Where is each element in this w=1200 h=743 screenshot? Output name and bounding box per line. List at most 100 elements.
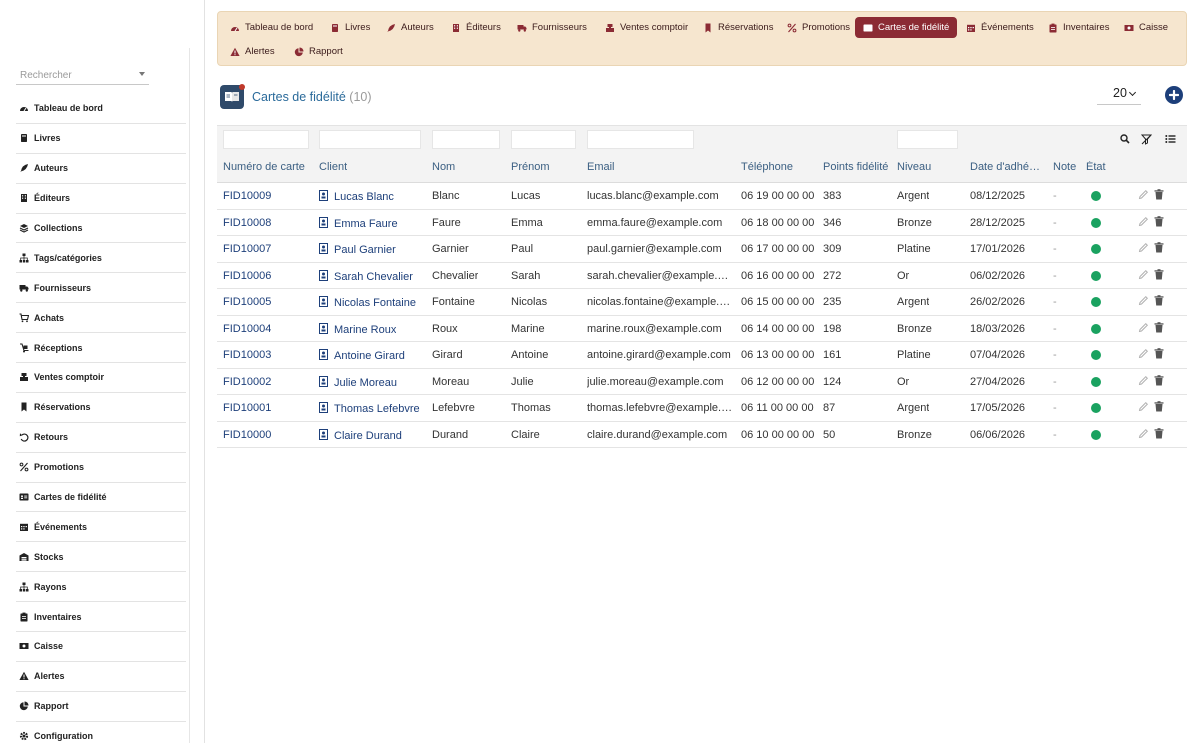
table-row[interactable]: FID10004 Marine Roux Roux Marine marine.roux… [217, 316, 1187, 342]
table-row[interactable]: FID10002 Julie Moreau Moreau Julie julie.mor… [217, 369, 1187, 395]
table-row[interactable]: FID10006 Sarah Chevalier Chevalier Sarah sar… [217, 263, 1187, 289]
client-name[interactable]: Emma Faure [334, 218, 398, 230]
nav-item-11[interactable]: Caisse [1116, 17, 1176, 38]
nav-item-0[interactable]: Tableau de bord [222, 17, 321, 38]
client-link[interactable]: Sarah Chevalier [319, 269, 413, 284]
sidebar-item-9[interactable]: Ventes comptoir [16, 363, 186, 393]
col-note[interactable]: Note [1053, 161, 1076, 173]
client-link[interactable]: Paul Garnier [319, 243, 396, 257]
sidebar-item-12[interactable]: Promotions [16, 453, 186, 483]
col-prenom[interactable]: Prénom [511, 161, 550, 173]
pencil-icon[interactable] [1138, 189, 1149, 203]
card-number-link[interactable]: FID10002 [223, 376, 271, 388]
nav-item-3[interactable]: Éditeurs [443, 17, 509, 38]
trash-icon[interactable] [1154, 268, 1164, 283]
nav-item-2[interactable]: Auteurs [378, 17, 442, 38]
sidebar-item-20[interactable]: Rapport [16, 692, 186, 722]
client-name[interactable]: Antoine Girard [334, 350, 405, 362]
add-button[interactable] [1165, 86, 1183, 104]
nav-item-13[interactable]: Rapport [286, 41, 351, 62]
nav-item-9[interactable]: Événements [958, 17, 1042, 38]
client-link[interactable]: Antoine Girard [319, 349, 405, 363]
client-name[interactable]: Julie Moreau [334, 377, 397, 389]
card-number-link[interactable]: FID10007 [223, 243, 271, 255]
pencil-icon[interactable] [1138, 216, 1149, 230]
col-client[interactable]: Client [319, 161, 347, 173]
client-name[interactable]: Lucas Blanc [334, 191, 394, 203]
sidebar-item-13[interactable]: Cartes de fidélité [16, 483, 186, 513]
col-points[interactable]: Points fidélité [823, 161, 888, 173]
pencil-icon[interactable] [1138, 269, 1149, 283]
trash-icon[interactable] [1154, 242, 1164, 256]
client-name[interactable]: Thomas Lefebvre [334, 403, 420, 415]
col-nom[interactable]: Nom [432, 161, 455, 173]
pencil-icon[interactable] [1138, 401, 1149, 415]
nav-item-7[interactable]: Promotions [779, 17, 858, 38]
client-link[interactable]: Claire Durand [319, 428, 402, 443]
table-row[interactable]: FID10003 Antoine Girard Girard Antoine antoi… [217, 342, 1187, 369]
client-link[interactable]: Thomas Lefebvre [319, 402, 420, 416]
filter-nom[interactable] [432, 130, 500, 149]
trash-icon[interactable] [1154, 427, 1164, 442]
pencil-icon[interactable] [1138, 322, 1149, 336]
pencil-icon[interactable] [1138, 242, 1149, 256]
filter-email[interactable] [587, 130, 694, 149]
client-link[interactable]: Julie Moreau [319, 375, 397, 390]
col-telephone[interactable]: Téléphone [741, 161, 793, 173]
sidebar-item-8[interactable]: Réceptions [16, 333, 186, 364]
nav-item-6[interactable]: Réservations [695, 17, 781, 38]
sidebar-item-19[interactable]: Alertes [16, 662, 186, 692]
filter-prenom[interactable] [511, 130, 576, 149]
trash-icon[interactable] [1154, 295, 1164, 309]
card-number-link[interactable]: FID10000 [223, 429, 271, 441]
trash-icon[interactable] [1154, 401, 1164, 415]
sidebar-item-3[interactable]: Éditeurs [16, 184, 186, 214]
sidebar-item-2[interactable]: Auteurs [16, 154, 186, 184]
client-name[interactable]: Nicolas Fontaine [334, 297, 416, 309]
nav-item-12[interactable]: Alertes [222, 41, 283, 62]
card-number-link[interactable]: FID10009 [223, 190, 271, 202]
sidebar-item-6[interactable]: Fournisseurs [16, 273, 186, 304]
caret-down-icon[interactable] [139, 72, 145, 76]
nav-item-4[interactable]: Fournisseurs [509, 17, 595, 38]
sidebar-item-0[interactable]: Tableau de bord [16, 94, 186, 124]
trash-icon[interactable] [1154, 215, 1164, 230]
client-link[interactable]: Lucas Blanc [319, 190, 394, 204]
sidebar-item-7[interactable]: Achats [16, 303, 186, 334]
sidebar-item-1[interactable]: Livres [16, 124, 186, 154]
nav-item-10[interactable]: Inventaires [1040, 17, 1117, 38]
table-row[interactable]: FID10005 Nicolas Fontaine Fontaine Nicolas n… [217, 289, 1187, 316]
clear-filter-icon[interactable] [1140, 133, 1152, 145]
table-row[interactable]: FID10009 Lucas Blanc Blanc Lucas lucas.blanc… [217, 183, 1187, 210]
trash-icon[interactable] [1154, 374, 1164, 389]
client-name[interactable]: Claire Durand [334, 430, 402, 442]
card-number-link[interactable]: FID10006 [223, 270, 271, 282]
search-icon[interactable] [1119, 133, 1131, 145]
table-row[interactable]: FID10000 Claire Durand Durand Claire claire.… [217, 422, 1187, 448]
sidebar-item-17[interactable]: Inventaires [16, 602, 186, 633]
nav-item-1[interactable]: Livres [322, 17, 378, 38]
sidebar-item-4[interactable]: Collections [16, 214, 186, 244]
column-list-icon[interactable] [1164, 133, 1176, 145]
nav-item-5[interactable]: Ventes comptoir [597, 17, 696, 38]
card-number-link[interactable]: FID10001 [223, 402, 271, 414]
col-card-number[interactable]: Numéro de carte [223, 161, 305, 173]
col-niveau[interactable]: Niveau [897, 161, 931, 173]
per-page-select[interactable]: 20 [1097, 86, 1141, 105]
sidebar-item-18[interactable]: Caisse [16, 632, 186, 662]
trash-icon[interactable] [1154, 321, 1164, 336]
sidebar-item-16[interactable]: Rayons [16, 572, 186, 603]
sidebar-item-21[interactable]: Configuration [16, 722, 186, 743]
table-row[interactable]: FID10001 Thomas Lefebvre Lefebvre Thomas tho… [217, 395, 1187, 422]
sidebar-item-10[interactable]: Réservations [16, 393, 186, 423]
trash-icon[interactable] [1154, 348, 1164, 362]
pencil-icon[interactable] [1138, 348, 1149, 362]
sidebar-item-5[interactable]: Tags/catégories [16, 243, 186, 274]
client-name[interactable]: Sarah Chevalier [334, 271, 413, 283]
table-row[interactable]: FID10008 Emma Faure Faure Emma emma.faure@ex… [217, 210, 1187, 236]
col-etat[interactable]: État [1086, 161, 1106, 173]
client-name[interactable]: Marine Roux [334, 324, 396, 336]
filter-client[interactable] [319, 130, 421, 149]
client-name[interactable]: Paul Garnier [334, 244, 396, 256]
col-date-adhesion[interactable]: Date d'adhé… [970, 161, 1040, 173]
